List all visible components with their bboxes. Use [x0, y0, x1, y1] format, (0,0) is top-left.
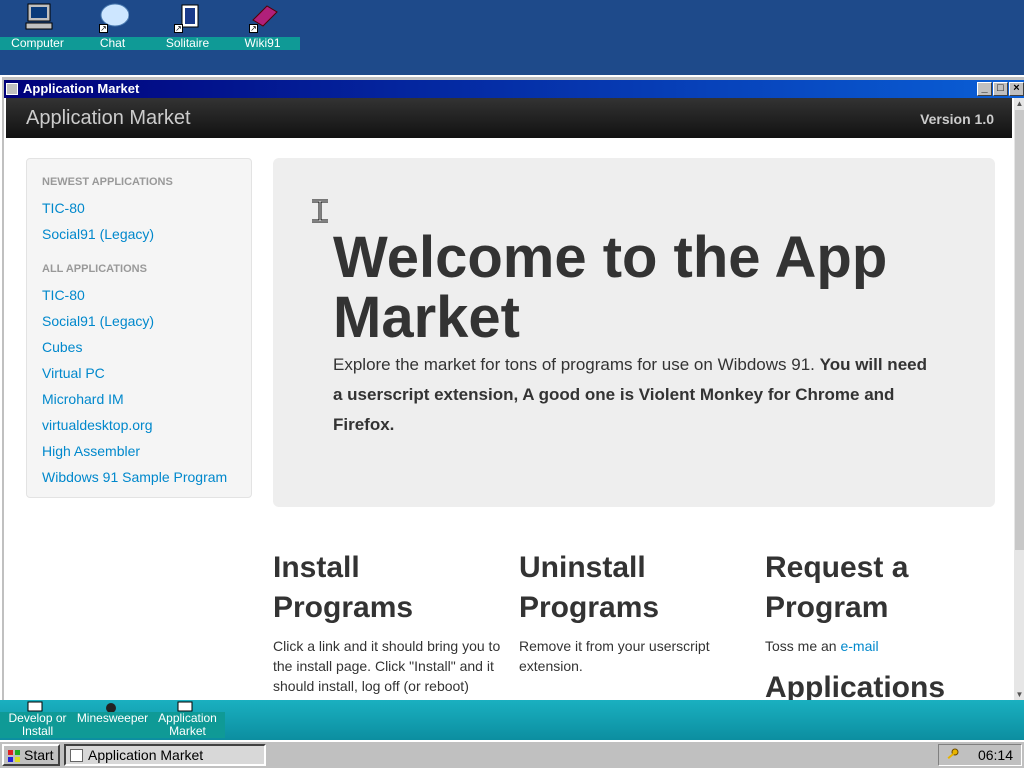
desktop-icon-wiki91[interactable]: ↗ Wiki91: [225, 0, 300, 52]
install-programs-title: Install Programs: [273, 551, 414, 624]
desktop-icon-computer[interactable]: Computer: [0, 0, 75, 52]
app-link-microhard-im[interactable]: Microhard IM: [42, 391, 124, 407]
quick-launch-area: Develop or Install Minesweeper Applicati…: [0, 700, 1024, 740]
quick-icon-application-market[interactable]: Application Market: [150, 701, 225, 738]
window-app-icon: [6, 83, 18, 95]
quick-icon-minesweeper[interactable]: Minesweeper: [75, 703, 150, 738]
scroll-down-icon[interactable]: ▼: [1014, 689, 1024, 700]
shortcut-arrow-icon: ↗: [99, 24, 108, 33]
applications-heading: Applications: [765, 671, 946, 700]
window-titlebar[interactable]: Application Market _ □ ×: [4, 80, 1024, 98]
newest-link-tic-80[interactable]: TIC-80: [42, 200, 85, 216]
app-link-tic-80[interactable]: TIC-80: [42, 287, 85, 303]
uninstall-programs-title: Uninstall Programs: [519, 551, 660, 624]
window-title: Application Market: [23, 81, 140, 96]
scrollbar-thumb[interactable]: [1015, 110, 1024, 550]
desktop-icon-label: Wiki91: [225, 37, 300, 50]
all-applications-header: ALL APPLICATIONS: [42, 263, 147, 275]
start-label: Start: [24, 747, 54, 763]
request-program-column: Request a Program Toss me an e-mail Appl…: [765, 548, 995, 700]
minimize-button[interactable]: _: [977, 82, 992, 96]
desktop-icon-chat[interactable]: ↗ Chat: [75, 0, 150, 52]
taskbar-item-application-market[interactable]: Application Market: [64, 744, 266, 766]
close-button[interactable]: ×: [1009, 82, 1024, 96]
email-link[interactable]: e-mail: [840, 638, 878, 654]
vertical-scrollbar[interactable]: ▲ ▼: [1014, 98, 1024, 700]
desktop-icon-solitaire[interactable]: ↗ Solitaire: [150, 0, 225, 52]
shortcut-arrow-icon: ↗: [174, 24, 183, 33]
key-icon[interactable]: [945, 748, 959, 762]
sidebar: NEWEST APPLICATIONS TIC-80 Social91 (Leg…: [26, 158, 252, 498]
hero-heading: Welcome to the App Market: [333, 225, 888, 350]
start-button[interactable]: Start: [2, 744, 60, 766]
hero-text: Explore the market for tons of programs …: [333, 350, 933, 440]
request-program-title: Request a Program: [765, 551, 909, 624]
text-cursor-icon: [312, 199, 328, 223]
taskbar-item-label: Application Market: [88, 747, 204, 763]
desktop: Computer ↗ Chat ↗ Solitaire ↗ Wiki91: [0, 0, 1024, 78]
computer-icon: [25, 3, 53, 30]
app-link-social91[interactable]: Social91 (Legacy): [42, 313, 154, 329]
navbar: Application Market Version 1.0: [6, 98, 1012, 138]
develop-icon: [27, 701, 43, 712]
version-label: Version 1.0: [920, 111, 994, 127]
request-program-text: Toss me an e-mail: [765, 636, 995, 656]
uninstall-programs-column: Uninstall Programs Remove it from your u…: [519, 548, 749, 676]
app-link-virtual-pc[interactable]: Virtual PC: [42, 365, 105, 381]
desktop-icon-label: Computer: [0, 37, 75, 50]
app-link-high-assembler[interactable]: High Assembler: [42, 443, 140, 459]
application-market-window: Application Market _ □ × Application Mar…: [0, 75, 1024, 700]
minesweeper-icon: [106, 703, 116, 712]
maximize-button[interactable]: □: [993, 82, 1008, 96]
shortcut-arrow-icon: ↗: [249, 24, 258, 33]
install-programs-column: Install Programs Click a link and it sho…: [273, 548, 503, 696]
navbar-brand[interactable]: Application Market: [26, 107, 191, 130]
desktop-icon-label: Chat: [75, 37, 150, 50]
request-text: Toss me an: [765, 638, 837, 654]
market-icon: [177, 701, 193, 712]
newest-applications-header: NEWEST APPLICATIONS: [42, 176, 173, 188]
scroll-up-icon[interactable]: ▲: [1014, 98, 1024, 109]
quick-icon-label: Application Market: [158, 711, 217, 738]
uninstall-programs-text: Remove it from your userscript extension…: [519, 638, 710, 674]
system-tray: 06:14: [938, 744, 1022, 766]
desktop-icons: Computer ↗ Chat ↗ Solitaire ↗ Wiki91: [0, 0, 300, 52]
taskbar: Start Application Market 06:14: [0, 740, 1024, 768]
task-app-icon: [70, 749, 83, 762]
app-link-cubes[interactable]: Cubes: [42, 339, 82, 355]
quick-icon-develop-install[interactable]: Develop or Install: [0, 701, 75, 738]
install-programs-text: Click a link and it should bring you to …: [273, 638, 501, 694]
clock: 06:14: [977, 747, 1013, 763]
app-link-virtualdesktop[interactable]: virtualdesktop.org: [42, 417, 153, 433]
app-link-sample-program[interactable]: Wibdows 91 Sample Program: [42, 469, 227, 485]
quick-icon-label: Minesweeper: [76, 711, 149, 725]
quick-icon-label: Develop or Install: [8, 711, 67, 738]
hero-intro: Explore the market for tons of programs …: [333, 355, 815, 374]
window-content: Application Market Version 1.0 NEWEST AP…: [4, 98, 1014, 700]
newest-link-social91[interactable]: Social91 (Legacy): [42, 226, 154, 242]
desktop-icon-label: Solitaire: [150, 37, 225, 50]
windows-logo-icon: [8, 750, 20, 762]
hero-unit: Welcome to the App Market Explore the ma…: [273, 158, 995, 507]
